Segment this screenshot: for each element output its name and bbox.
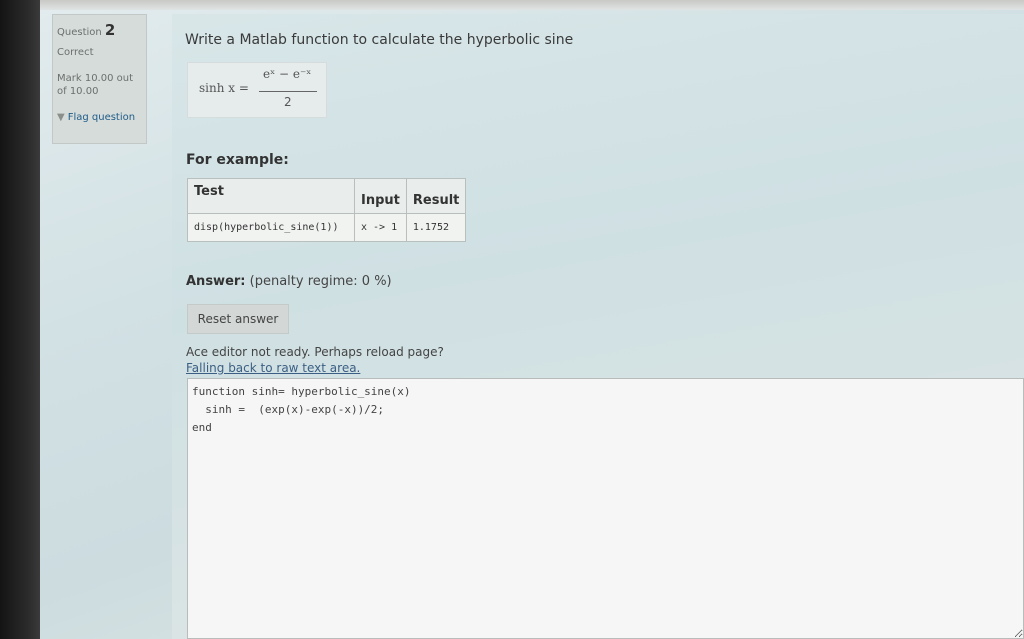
question-text: Write a Matlab function to calculate the… xyxy=(185,32,574,48)
example-table: Test Input Result disp(hyperbolic_sine(1… xyxy=(187,178,467,242)
question-info-panel: Question 2 Correct Mark 10.00 out of 10.… xyxy=(52,14,147,144)
cell-result: 1.1752 xyxy=(405,213,467,242)
answer-code-textarea[interactable]: function sinh= hyperbolic_sine(x) sinh =… xyxy=(187,378,1024,639)
header-input: Input xyxy=(354,178,407,214)
penalty-regime: (penalty regime: 0 %) xyxy=(249,274,392,289)
question-grade: Mark 10.00 out of 10.00 xyxy=(57,72,142,98)
flag-icon: ▼ xyxy=(57,112,65,123)
header-test: Test xyxy=(187,178,355,214)
formula-denominator: 2 xyxy=(284,95,292,109)
ace-message-line-1: Ace editor not ready. Perhaps reload pag… xyxy=(186,345,444,359)
question-state: Correct xyxy=(57,47,94,58)
cell-input: x -> 1 xyxy=(354,213,407,242)
header-result: Result xyxy=(405,178,467,214)
flag-question-link[interactable]: ▼ Flag question xyxy=(57,112,142,123)
answer-heading: Answer: (penalty regime: 0 %) xyxy=(186,274,392,289)
question-number-value: 2 xyxy=(104,21,116,39)
formula-image: sinh x = eˣ − e⁻ˣ 2 xyxy=(187,62,327,118)
example-heading: For example: xyxy=(186,152,289,168)
ace-message-line-2: Falling back to raw text area. xyxy=(186,361,361,375)
browser-chrome-edge xyxy=(40,0,1024,10)
question-number: Question 2 xyxy=(57,21,142,39)
monitor-bezel xyxy=(0,0,40,639)
formula-numerator: eˣ − e⁻ˣ xyxy=(263,67,312,81)
question-label: Question xyxy=(57,27,102,38)
grade-line-2: of 10.00 xyxy=(57,86,99,97)
table-row: disp(hyperbolic_sine(1)) x -> 1 1.1752 xyxy=(187,213,467,242)
formula-lhs: sinh x = xyxy=(199,81,249,95)
answer-label: Answer: xyxy=(186,274,246,289)
grade-line-1: Mark 10.00 out xyxy=(57,73,134,84)
reset-answer-button[interactable]: Reset answer xyxy=(187,304,289,334)
flag-question-label: Flag question xyxy=(67,112,136,123)
fraction-bar xyxy=(259,91,317,92)
cell-test: disp(hyperbolic_sine(1)) xyxy=(187,213,355,242)
ace-editor-message: Ace editor not ready. Perhaps reload pag… xyxy=(186,344,444,376)
example-table-header-row: Test Input Result xyxy=(187,178,467,214)
